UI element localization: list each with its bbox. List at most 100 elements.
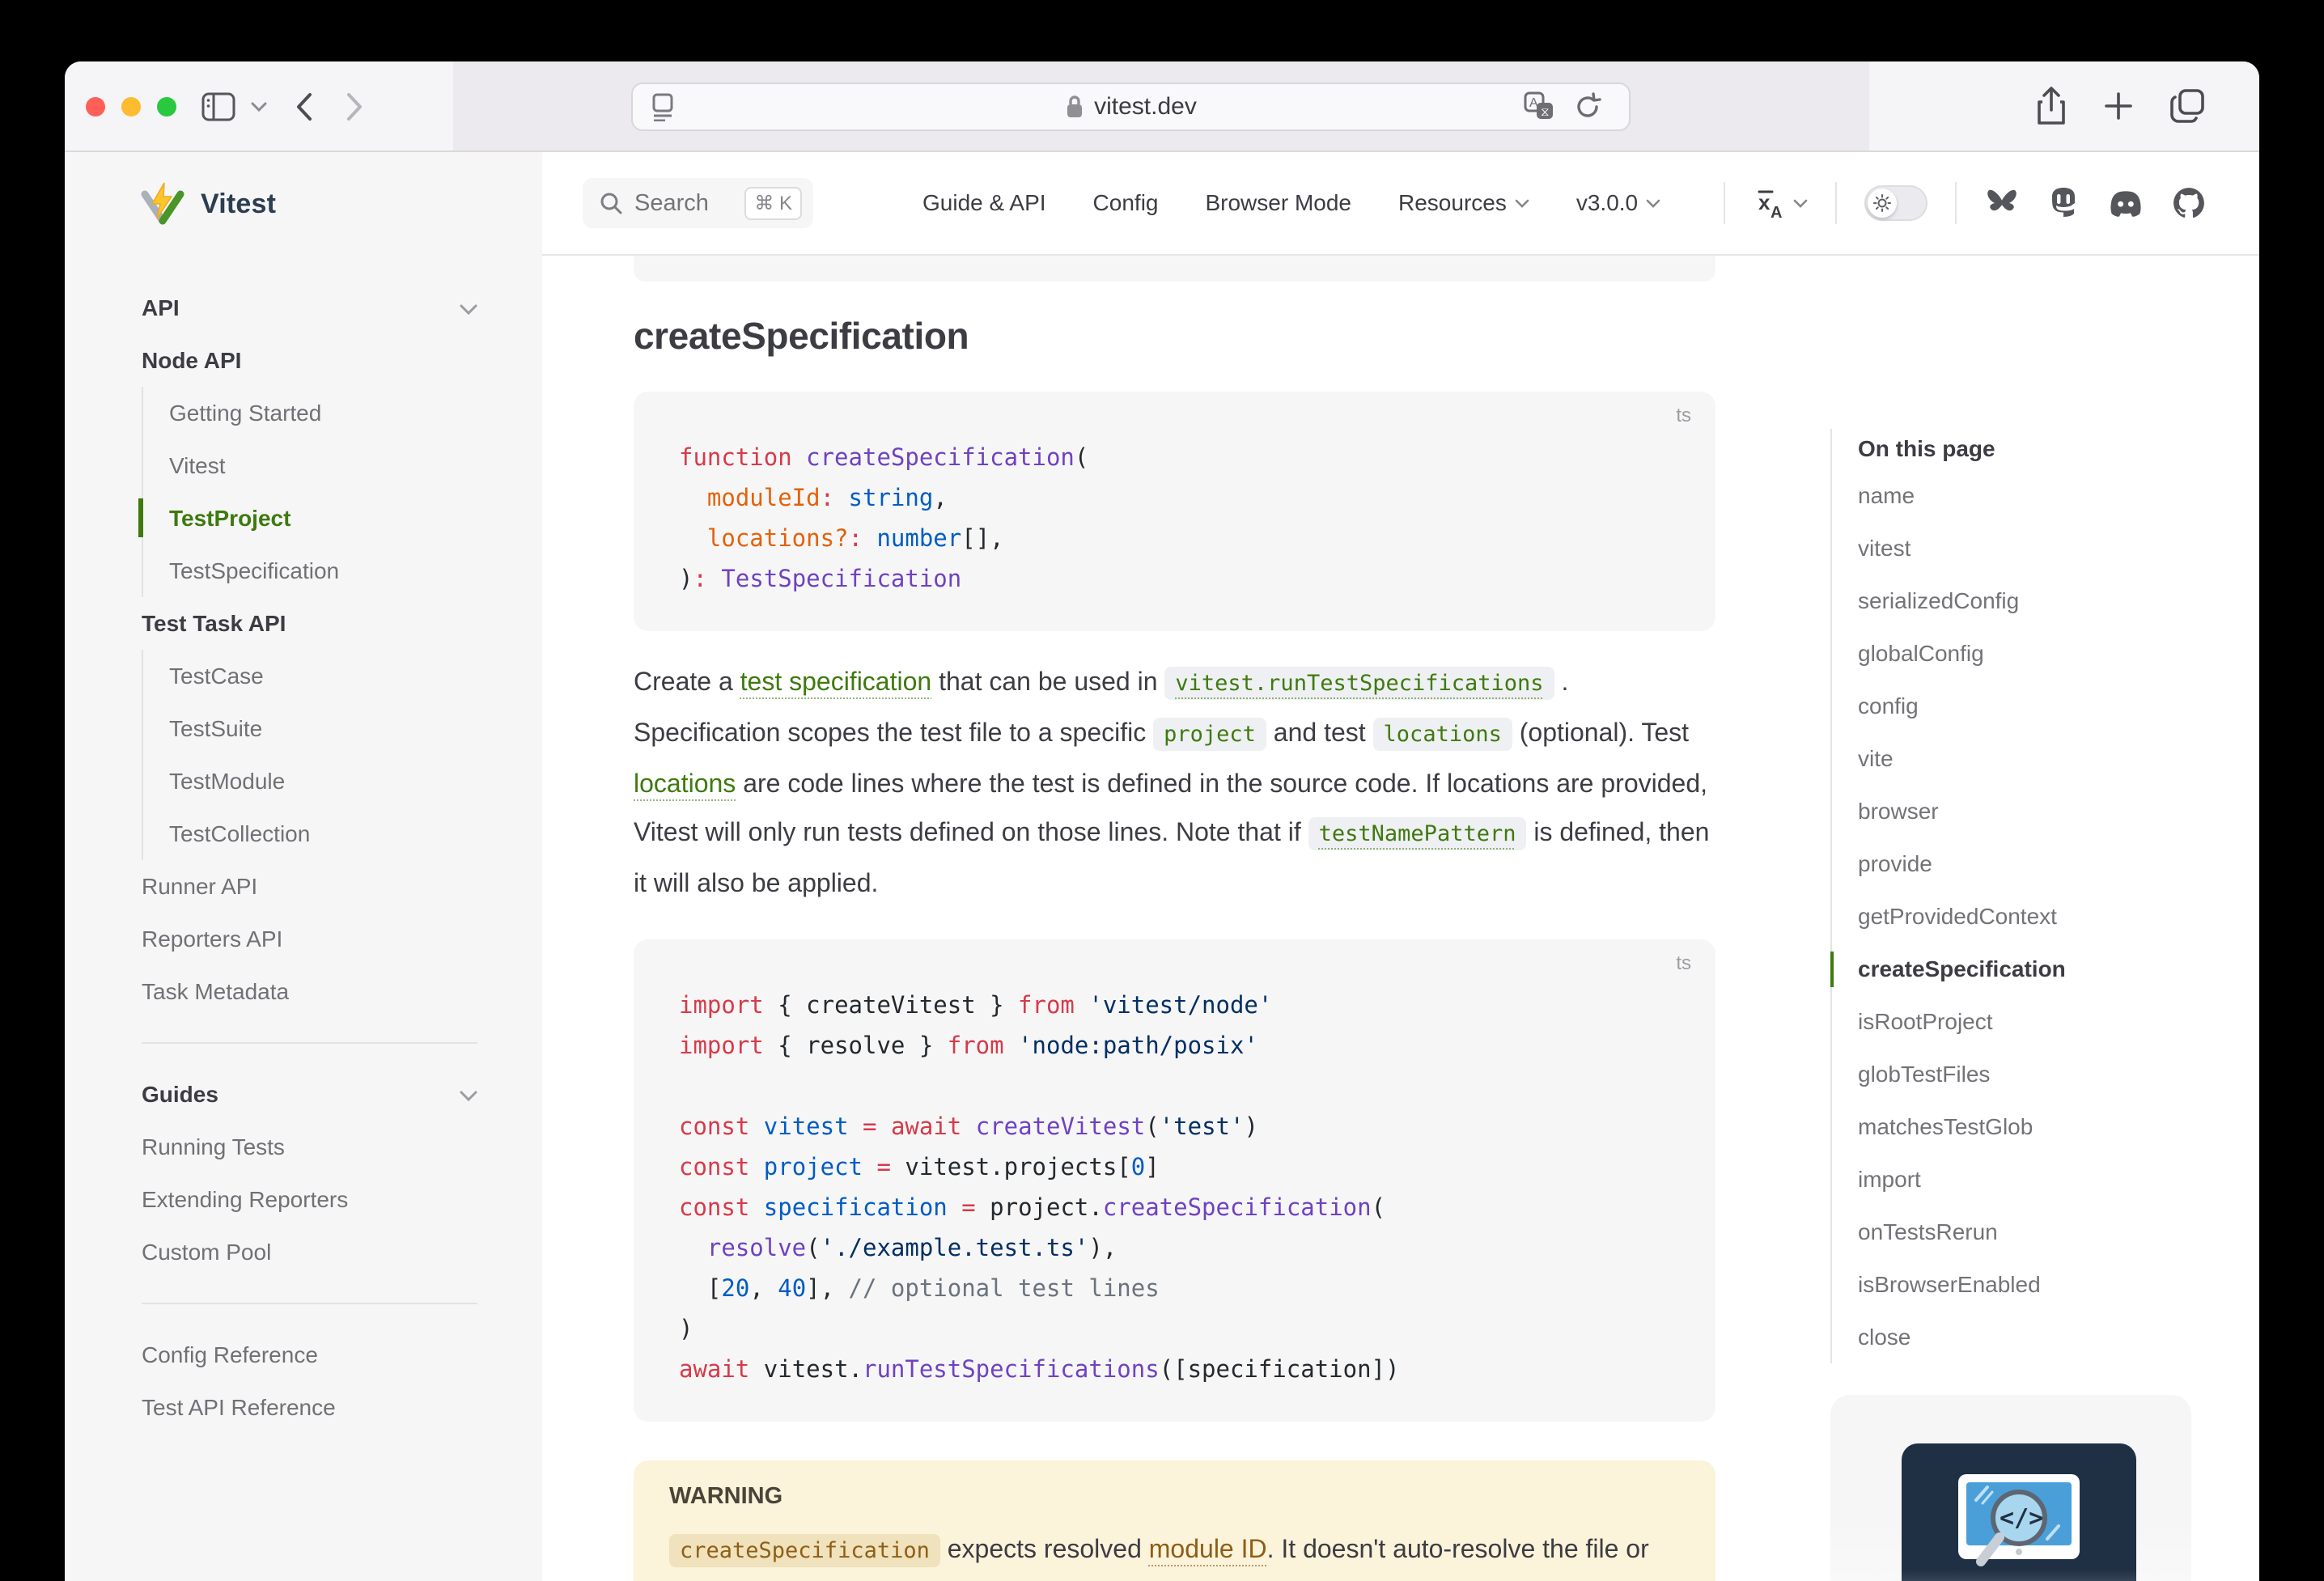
site-logo[interactable]: Vitest [139, 152, 276, 256]
sidebar-item[interactable]: Test API Reference [142, 1381, 477, 1434]
toc-item[interactable]: serializedConfig [1858, 574, 2186, 627]
sidebar-item[interactable]: Config Reference [142, 1329, 477, 1381]
sidebar-item[interactable]: TestCase [169, 650, 477, 702]
previous-code-block-remnant [634, 256, 1715, 282]
site-title: Vitest [201, 189, 276, 220]
nav-resources[interactable]: Resources [1398, 190, 1529, 216]
toc-item[interactable]: import [1858, 1153, 2186, 1206]
language-menu[interactable]: xA [1753, 187, 1808, 219]
sidebar-links: Runner APIReporters APITask Metadata [142, 860, 477, 1018]
toc-title: On this page [1858, 429, 2186, 469]
back-button[interactable] [285, 87, 324, 126]
inline-link[interactable]: test specification [740, 667, 932, 696]
chevron-down-icon [1646, 199, 1660, 208]
reload-icon[interactable] [1574, 92, 1601, 121]
zoom-window-button[interactable] [157, 97, 176, 117]
toc-item[interactable]: vite [1858, 732, 2186, 785]
sidebar-item[interactable]: TestCollection [169, 807, 477, 860]
page-title: createSpecification [634, 314, 1715, 359]
toc-item[interactable]: isRootProject [1858, 995, 2186, 1048]
docs-sidebar: Vitest API Node API Getting StartedVites… [65, 152, 542, 1581]
sidebar-toggle-icon[interactable] [199, 87, 238, 126]
toc-item[interactable]: isBrowserEnabled [1858, 1258, 2186, 1311]
sidebar-group-test-task-api: TestCaseTestSuiteTestModuleTestCollectio… [142, 650, 477, 860]
share-icon[interactable] [2034, 86, 2068, 130]
code-language-label: ts [1676, 952, 1691, 975]
toc-item[interactable]: getProvidedContext [1858, 890, 2186, 943]
sponsor-card[interactable]: </> [1830, 1395, 2191, 1581]
close-window-button[interactable] [86, 97, 105, 117]
new-tab-icon[interactable] [2101, 86, 2136, 130]
sidebar-item[interactable]: Runner API [142, 860, 477, 913]
sidebar-item[interactable]: Reporters API [142, 913, 477, 965]
code-content: function createSpecification( moduleId: … [634, 437, 1715, 599]
nav-config[interactable]: Config [1093, 190, 1159, 216]
mastodon-icon[interactable] [2047, 186, 2080, 220]
toc-item[interactable]: matchesTestGlob [1858, 1100, 2186, 1153]
toc-item-active[interactable]: createSpecification [1858, 943, 2186, 995]
language-icon: xA [1753, 187, 1785, 219]
toc-item[interactable]: globTestFiles [1858, 1048, 2186, 1100]
sidebar-item-active[interactable]: TestProject [169, 492, 477, 545]
svg-text:⧖: ⧖ [1541, 105, 1550, 119]
sidebar-item[interactable]: Running Tests [142, 1121, 477, 1173]
toc-item[interactable]: config [1858, 680, 2186, 732]
minimize-window-button[interactable] [121, 97, 141, 117]
toc-item[interactable]: onTestsRerun [1858, 1206, 2186, 1258]
chevron-down-icon [460, 295, 477, 321]
sidebar-guides: Running TestsExtending ReportersCustom P… [142, 1121, 477, 1278]
address-bar[interactable]: vitest.dev A⧖ [631, 83, 1631, 131]
lock-icon [1065, 94, 1084, 120]
bluesky-icon[interactable] [1984, 187, 2020, 219]
sidebar-section-api[interactable]: API [142, 282, 477, 334]
tab-overview-icon[interactable] [2169, 86, 2207, 130]
description-paragraph: Create a test specification that can be … [634, 657, 1715, 907]
sidebar-item[interactable]: Task Metadata [142, 965, 477, 1018]
toc-item[interactable]: close [1858, 1311, 2186, 1363]
sidebar-item[interactable]: TestModule [169, 755, 477, 807]
toc-list: namevitestserializedConfigglobalConfigco… [1858, 469, 2186, 1363]
code-block-signature[interactable]: ts function createSpecification( moduleI… [634, 392, 1715, 631]
discord-icon[interactable] [2107, 188, 2144, 218]
address-text: vitest.dev [1094, 93, 1197, 121]
svg-text:x: x [1758, 190, 1771, 214]
theme-toggle[interactable] [1864, 185, 1927, 221]
forward-button[interactable] [335, 87, 374, 126]
sidebar-item[interactable]: Custom Pool [142, 1226, 477, 1278]
inline-code: project [1153, 718, 1266, 751]
warning-title: WARNING [669, 1483, 1680, 1511]
toc-item[interactable]: browser [1858, 785, 2186, 837]
sidebar-item[interactable]: TestSuite [169, 702, 477, 755]
toc-item[interactable]: name [1858, 469, 2186, 522]
search-shortcut-badge: ⌘ K [744, 187, 802, 220]
header-divider [1835, 182, 1837, 224]
inline-link[interactable]: locations [634, 769, 736, 798]
header-divider [1955, 182, 1957, 224]
sidebar-item[interactable]: Vitest [169, 439, 477, 492]
nav-version[interactable]: v3.0.0 [1576, 190, 1660, 216]
nav-guide-api[interactable]: Guide & API [922, 190, 1046, 216]
sidebar-section-guides[interactable]: Guides [142, 1068, 477, 1121]
sidebar-item[interactable]: Getting Started [169, 387, 477, 439]
chevron-down-icon [1515, 199, 1529, 208]
inline-link[interactable]: testNamePattern [1308, 817, 1527, 850]
inline-code: createSpecification [669, 1534, 940, 1567]
sidebar-divider [142, 1303, 477, 1304]
toc-item[interactable]: globalConfig [1858, 627, 2186, 680]
sidebar-heading-node-api[interactable]: Node API [142, 334, 477, 387]
sidebar-item[interactable]: Extending Reporters [142, 1173, 477, 1226]
sidebar-heading-test-task-api[interactable]: Test Task API [142, 597, 477, 650]
toc-item[interactable]: provide [1858, 837, 2186, 890]
inline-link[interactable]: module ID [1149, 1534, 1267, 1563]
nav-browser-mode[interactable]: Browser Mode [1205, 190, 1351, 216]
translate-icon[interactable]: A⧖ [1522, 91, 1554, 122]
inline-link[interactable]: vitest.runTestSpecifications [1164, 667, 1554, 700]
sidebar-chevron-icon[interactable] [240, 87, 278, 126]
toc-item[interactable]: vitest [1858, 522, 2186, 574]
top-navigation: Guide & API Config Browser Mode Resource… [922, 190, 1660, 216]
code-content: import { createVitest } from 'vitest/nod… [634, 985, 1715, 1389]
github-icon[interactable] [2172, 186, 2206, 220]
code-block-example[interactable]: ts import { createVitest } from 'vitest/… [634, 939, 1715, 1422]
sidebar-item[interactable]: TestSpecification [169, 545, 477, 597]
search-button[interactable]: Search ⌘ K [583, 178, 813, 228]
